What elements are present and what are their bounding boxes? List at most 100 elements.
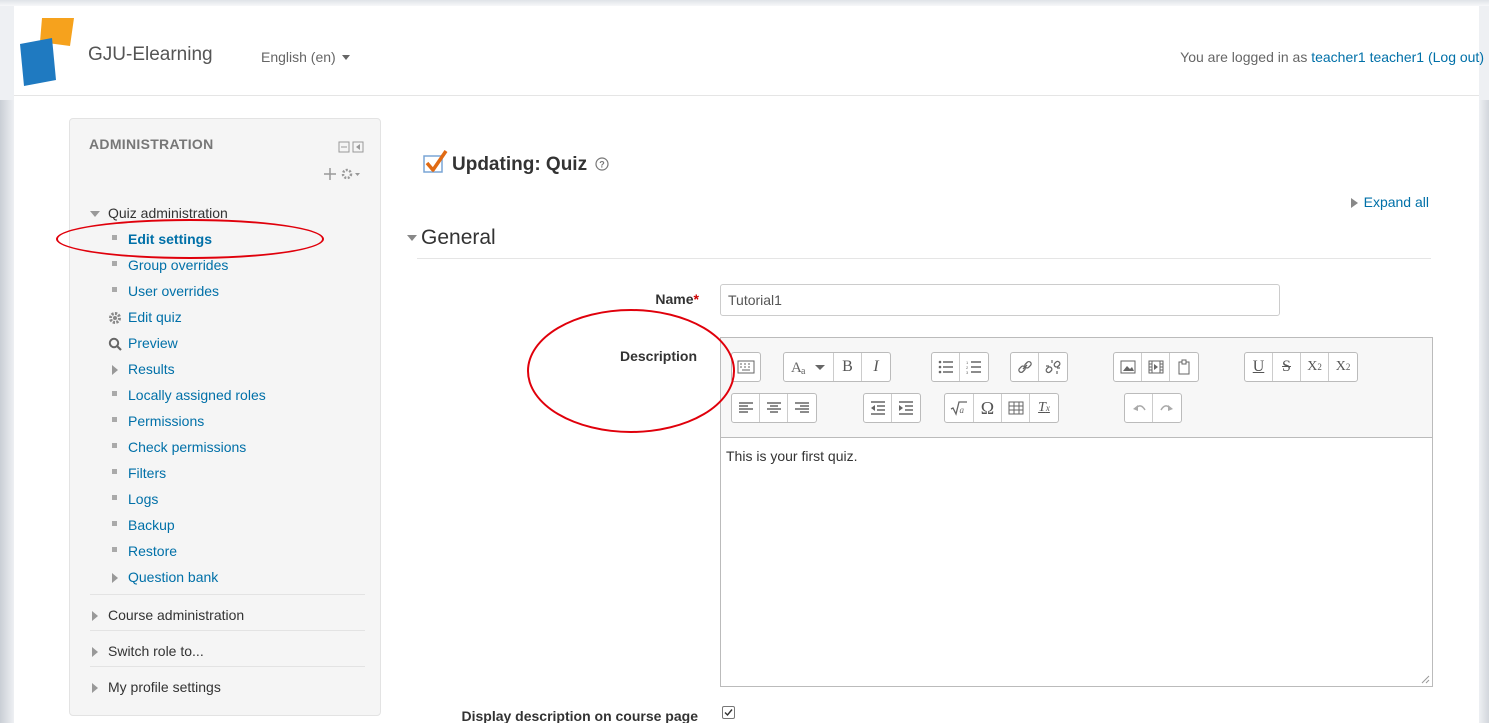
font-style-icon: Aa <box>791 360 825 375</box>
toolbar-group-align <box>731 393 817 423</box>
unlink-button[interactable] <box>1039 353 1067 381</box>
square-root-icon: a <box>950 401 967 416</box>
sidebar-item-question-bank[interactable]: Question bank <box>112 566 218 588</box>
page-title: Updating: Quiz ? <box>422 148 609 176</box>
triangle-right-icon <box>92 647 98 658</box>
resize-handle-icon[interactable] <box>1420 674 1430 684</box>
site-name[interactable]: GJU-Elearning <box>88 44 213 66</box>
align-left-icon <box>738 402 753 413</box>
toolbar-group-insert: a Ω Tx <box>944 393 1059 423</box>
help-icon[interactable]: ? <box>595 157 609 171</box>
subscript-button[interactable]: X2 <box>1301 353 1329 381</box>
font-style-button[interactable]: Aa <box>784 353 834 381</box>
caret-down-icon <box>407 234 417 241</box>
sidebar-item-logs[interactable]: Logs <box>112 488 158 510</box>
indent-button[interactable] <box>892 394 920 422</box>
bullet-icon <box>112 286 117 292</box>
administration-block: ADMINISTRATION Quiz administration Edit … <box>69 118 381 716</box>
language-menu[interactable]: English (en) <box>261 49 350 65</box>
tree-my-profile-settings[interactable]: My profile settings <box>92 676 221 698</box>
logout-link[interactable]: (Log out) <box>1428 49 1484 65</box>
link-button[interactable] <box>1011 353 1039 381</box>
bullet-icon <box>112 442 117 448</box>
triangle-right-icon <box>1350 198 1358 209</box>
required-mark: * <box>693 291 699 307</box>
language-label: English (en) <box>261 49 336 65</box>
user-profile-link[interactable]: teacher1 teacher1 <box>1311 49 1424 65</box>
expand-all-link[interactable]: Expand all <box>1350 194 1429 210</box>
magnifier-icon <box>108 338 122 352</box>
image-icon <box>1120 360 1135 374</box>
sidebar-item-results[interactable]: Results <box>112 358 175 380</box>
right-shadow <box>1479 100 1489 723</box>
clear-formatting-button[interactable]: Tx <box>1030 394 1058 422</box>
manage-files-button[interactable] <box>1170 353 1198 381</box>
superscript-button[interactable]: X2 <box>1329 353 1357 381</box>
section-general-toggle[interactable]: General <box>407 226 496 250</box>
display-description-checkbox[interactable] <box>722 706 735 719</box>
tree-divider <box>90 666 365 667</box>
tree-course-administration[interactable]: Course administration <box>92 604 244 626</box>
equation-button[interactable]: a <box>945 394 974 422</box>
table-button[interactable] <box>1002 394 1030 422</box>
special-character-button[interactable]: Ω <box>974 394 1002 422</box>
sidebar-item-locally-assigned-roles[interactable]: Locally assigned roles <box>112 384 266 406</box>
clear-formatting-sub: x <box>1045 403 1050 413</box>
caret-down-icon <box>341 55 350 61</box>
align-right-icon <box>795 402 809 413</box>
strikethrough-button[interactable]: S <box>1273 353 1301 381</box>
svg-text:a: a <box>801 366 806 375</box>
bullet-icon <box>112 234 117 240</box>
sidebar-item-preview[interactable]: Preview <box>108 332 178 354</box>
ordered-list-button[interactable]: 123 <box>960 353 988 381</box>
superscript-base: X <box>1335 359 1346 374</box>
login-prefix: You are logged in as <box>1180 49 1312 65</box>
sidebar-item-permissions[interactable]: Permissions <box>112 410 204 432</box>
unlink-icon <box>1045 360 1061 374</box>
section-divider <box>417 258 1431 259</box>
toolbar-toggle-button[interactable] <box>732 353 760 381</box>
sidebar-item-user-overrides[interactable]: User overrides <box>112 280 219 302</box>
sidebar-item-edit-quiz[interactable]: Edit quiz <box>108 306 182 328</box>
undo-button[interactable] <box>1125 394 1153 422</box>
dock-hide-icons[interactable] <box>338 141 364 153</box>
bold-button[interactable]: B <box>834 353 862 381</box>
gju-logo[interactable] <box>18 14 76 86</box>
unordered-list-button[interactable] <box>932 353 960 381</box>
image-button[interactable] <box>1114 353 1142 381</box>
tree-switch-role[interactable]: Switch role to... <box>92 640 204 662</box>
align-right-button[interactable] <box>788 394 816 422</box>
move-and-config-icons[interactable] <box>324 168 360 180</box>
name-input[interactable] <box>720 284 1280 316</box>
sidebar-item-filters[interactable]: Filters <box>112 462 166 484</box>
align-left-button[interactable] <box>732 394 760 422</box>
editor-content[interactable]: This is your first quiz. <box>726 448 857 464</box>
sidebar-item-edit-settings[interactable]: Edit settings <box>112 228 212 250</box>
unordered-list-icon <box>938 360 953 374</box>
outdent-button[interactable] <box>864 394 892 422</box>
table-icon <box>1008 401 1023 415</box>
triangle-down-icon <box>90 211 100 218</box>
bullet-icon <box>112 546 117 552</box>
tree-quiz-administration[interactable]: Quiz administration <box>90 202 228 224</box>
sidebar-item-group-overrides[interactable]: Group overrides <box>112 254 228 276</box>
name-label-text: Name <box>655 291 694 307</box>
tree-divider <box>90 630 365 631</box>
toolbar-group-media <box>1113 352 1199 382</box>
bullet-icon <box>112 494 117 500</box>
bullet-icon <box>112 416 117 422</box>
sidebar-item-check-permissions[interactable]: Check permissions <box>112 436 246 458</box>
left-shadow <box>0 100 14 723</box>
redo-button[interactable] <box>1153 394 1181 422</box>
toolbar-group-links <box>1010 352 1068 382</box>
media-button[interactable] <box>1142 353 1170 381</box>
sidebar-item-backup[interactable]: Backup <box>112 514 175 536</box>
name-label: Name* <box>574 291 699 307</box>
film-icon <box>1148 360 1163 374</box>
checkmark-icon <box>724 709 733 717</box>
description-editor[interactable]: Aa B I 123 U S X 2 X 2 a Ω T x This is y… <box>720 337 1433 687</box>
italic-button[interactable]: I <box>862 353 890 381</box>
underline-button[interactable]: U <box>1245 353 1273 381</box>
align-center-button[interactable] <box>760 394 788 422</box>
sidebar-item-restore[interactable]: Restore <box>112 540 177 562</box>
